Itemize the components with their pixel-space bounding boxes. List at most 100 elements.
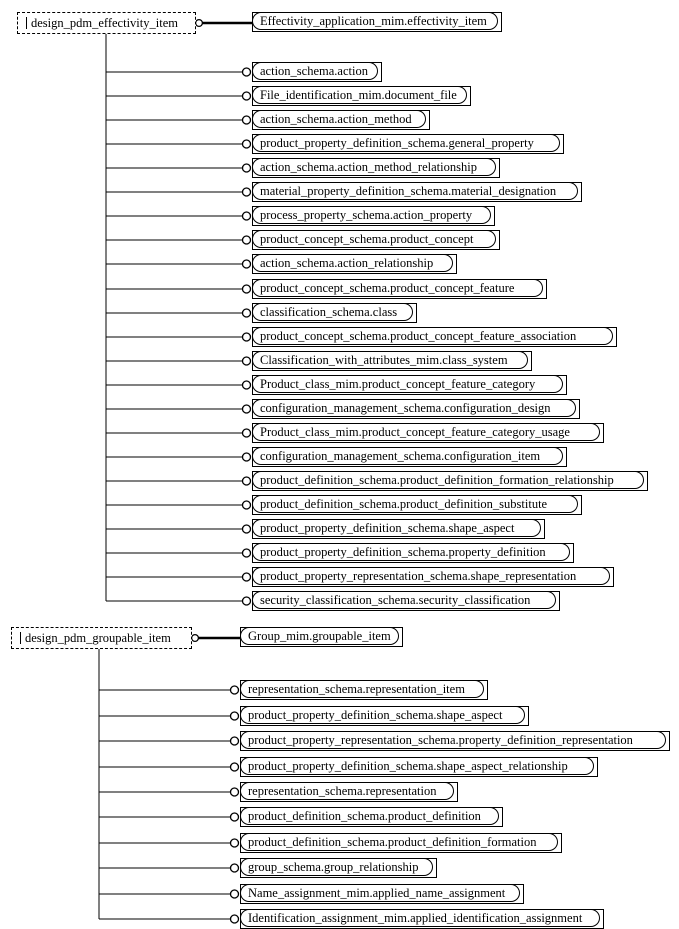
entity-label: action_schema.action — [260, 64, 368, 78]
entity-label: action_schema.action_method — [260, 112, 412, 126]
entity-box-inner: Classification_with_attributes_mim.class… — [252, 351, 528, 369]
entity-label: Classification_with_attributes_mim.class… — [260, 353, 508, 367]
entity-box-inner: configuration_management_schema.configur… — [252, 447, 563, 465]
entity-box[interactable]: Name_assignment_mim.applied_name_assignm… — [240, 884, 524, 904]
entity-label: product_definition_schema.product_defini… — [260, 497, 548, 511]
entity-label: product_property_definition_schema.shape… — [248, 708, 503, 722]
entity-box[interactable]: representation_schema.representation — [240, 782, 458, 802]
entity-label: product_property_representation_schema.p… — [248, 733, 633, 747]
entity-box[interactable]: product_property_definition_schema.shape… — [252, 519, 545, 539]
entity-label: product_concept_schema.product_concept_f… — [260, 281, 515, 295]
entity-box[interactable]: product_property_definition_schema.shape… — [240, 757, 598, 777]
entity-label: product_property_representation_schema.s… — [260, 569, 577, 583]
entity-box[interactable]: configuration_management_schema.configur… — [252, 399, 580, 419]
supertype-label: design_pdm_effectivity_item — [31, 16, 178, 30]
entity-label: representation_schema.representation — [248, 784, 437, 798]
supertype-tick-icon — [26, 17, 27, 29]
entity-box[interactable]: product_property_definition_schema.gener… — [252, 134, 564, 154]
entity-box[interactable]: product_concept_schema.product_concept_f… — [252, 327, 617, 347]
entity-box-inner: File_identification_mim.document_file — [252, 86, 467, 104]
entity-box[interactable]: action_schema.action_relationship — [252, 254, 457, 274]
entity-box-inner: product_definition_schema.product_defini… — [240, 807, 499, 825]
entity-label: action_schema.action_method_relationship — [260, 160, 477, 174]
entity-box-inner: Group_mim.groupable_item — [240, 627, 399, 645]
entity-box[interactable]: product_concept_schema.product_concept — [252, 230, 500, 250]
entity-box-inner: configuration_management_schema.configur… — [252, 399, 576, 417]
entity-box[interactable]: security_classification_schema.security_… — [252, 591, 560, 611]
entity-label: product_definition_schema.product_defini… — [248, 809, 481, 823]
entity-box[interactable]: material_property_definition_schema.mate… — [252, 182, 582, 202]
entity-box-primary[interactable]: Effectivity_application_mim.effectivity_… — [252, 12, 502, 32]
entity-label: classification_schema.class — [260, 305, 398, 319]
entity-box[interactable]: group_schema.group_relationship — [240, 858, 437, 878]
supertype-box-design-pdm-effectivity-item[interactable]: design_pdm_effectivity_item — [17, 12, 196, 34]
entity-box-inner: representation_schema.representation — [240, 782, 454, 800]
entity-label: Product_class_mim.product_concept_featur… — [260, 377, 536, 391]
entity-label: Effectivity_application_mim.effectivity_… — [260, 14, 487, 28]
entity-box-inner: product_property_definition_schema.gener… — [252, 134, 560, 152]
entity-box[interactable]: product_property_definition_schema.prope… — [252, 543, 574, 563]
entity-box[interactable]: product_definition_schema.product_defini… — [252, 471, 648, 491]
entity-box[interactable]: Identification_assignment_mim.applied_id… — [240, 909, 604, 929]
entity-label: product_concept_schema.product_concept_f… — [260, 329, 577, 343]
entity-box-inner: classification_schema.class — [252, 303, 413, 321]
diagram-canvas: design_pdm_effectivity_item design_pdm_g… — [0, 0, 679, 929]
entity-box-inner: product_property_definition_schema.shape… — [240, 706, 525, 724]
entity-label: product_property_definition_schema.shape… — [260, 521, 515, 535]
entity-box[interactable]: product_concept_schema.product_concept_f… — [252, 279, 547, 299]
entity-box[interactable]: action_schema.action_method_relationship — [252, 158, 500, 178]
entity-box[interactable]: product_definition_schema.product_defini… — [252, 495, 582, 515]
entity-label: product_property_definition_schema.prope… — [260, 545, 546, 559]
entity-label: material_property_definition_schema.mate… — [260, 184, 557, 198]
entity-box-inner: product_concept_schema.product_concept — [252, 230, 496, 248]
entity-box[interactable]: product_property_definition_schema.shape… — [240, 706, 529, 726]
entity-box[interactable]: Classification_with_attributes_mim.class… — [252, 351, 532, 371]
entity-box-inner: action_schema.action_method_relationship — [252, 158, 496, 176]
entity-box-inner: representation_schema.representation_ite… — [240, 680, 484, 698]
entity-label: Identification_assignment_mim.applied_id… — [248, 911, 583, 925]
entity-box-inner: group_schema.group_relationship — [240, 858, 433, 876]
entity-label: Group_mim.groupable_item — [248, 629, 391, 643]
entity-label: product_property_definition_schema.shape… — [248, 759, 568, 773]
entity-box-inner: material_property_definition_schema.mate… — [252, 182, 578, 200]
entity-label: product_definition_schema.product_defini… — [260, 473, 614, 487]
entity-box[interactable]: Product_class_mim.product_concept_featur… — [252, 423, 604, 443]
entity-box-inner: Product_class_mim.product_concept_featur… — [252, 423, 600, 441]
entity-box-inner: action_schema.action — [252, 62, 378, 80]
entity-box[interactable]: product_property_representation_schema.s… — [252, 567, 614, 587]
entity-box-inner: product_property_definition_schema.shape… — [252, 519, 541, 537]
entity-label: security_classification_schema.security_… — [260, 593, 531, 607]
entity-label: representation_schema.representation_ite… — [248, 682, 465, 696]
entity-box-inner: product_concept_schema.product_concept_f… — [252, 279, 543, 297]
entity-label: action_schema.action_relationship — [260, 256, 434, 270]
entity-label: process_property_schema.action_property — [260, 208, 473, 222]
entity-box-inner: Name_assignment_mim.applied_name_assignm… — [240, 884, 520, 902]
entity-label: product_concept_schema.product_concept — [260, 232, 474, 246]
entity-box[interactable]: Product_class_mim.product_concept_featur… — [252, 375, 567, 395]
entity-box-inner: product_property_representation_schema.s… — [252, 567, 610, 585]
entity-box-inner: action_schema.action_method — [252, 110, 426, 128]
entity-label: configuration_management_schema.configur… — [260, 449, 541, 463]
entity-box-inner: Identification_assignment_mim.applied_id… — [240, 909, 600, 927]
entity-box[interactable]: classification_schema.class — [252, 303, 417, 323]
supertype-label: design_pdm_groupable_item — [25, 631, 171, 645]
entity-box[interactable]: action_schema.action — [252, 62, 382, 82]
entity-label: group_schema.group_relationship — [248, 860, 419, 874]
entity-box[interactable]: process_property_schema.action_property — [252, 206, 495, 226]
entity-box-inner: Effectivity_application_mim.effectivity_… — [252, 12, 498, 30]
entity-box[interactable]: product_definition_schema.product_defini… — [240, 833, 562, 853]
entity-box[interactable]: representation_schema.representation_ite… — [240, 680, 488, 700]
entity-box-inner: product_definition_schema.product_defini… — [252, 471, 644, 489]
entity-box-inner: process_property_schema.action_property — [252, 206, 491, 224]
supertype-box-design-pdm-groupable-item[interactable]: design_pdm_groupable_item — [11, 627, 192, 649]
entity-box[interactable]: product_property_representation_schema.p… — [240, 731, 670, 751]
entity-box-inner: security_classification_schema.security_… — [252, 591, 556, 609]
entity-box[interactable]: product_definition_schema.product_defini… — [240, 807, 503, 827]
entity-box[interactable]: configuration_management_schema.configur… — [252, 447, 567, 467]
entity-box-primary[interactable]: Group_mim.groupable_item — [240, 627, 403, 647]
entity-box-inner: product_concept_schema.product_concept_f… — [252, 327, 613, 345]
entity-box-inner: product_property_definition_schema.shape… — [240, 757, 594, 775]
entity-box[interactable]: File_identification_mim.document_file — [252, 86, 471, 106]
entity-label: Name_assignment_mim.applied_name_assignm… — [248, 886, 506, 900]
entity-box[interactable]: action_schema.action_method — [252, 110, 430, 130]
